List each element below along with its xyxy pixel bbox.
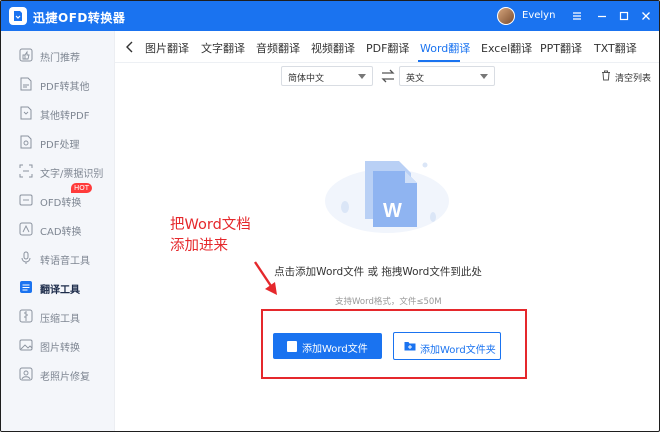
back-chevron-icon[interactable]: [125, 41, 135, 53]
annotation-line-1: 把Word文档: [170, 217, 251, 233]
tab-txt-translate[interactable]: TXT翻译: [594, 40, 637, 56]
app-title: 迅捷OFD转换器: [33, 11, 126, 25]
sidebar-item-pdf-to-other[interactable]: PDF转其他: [1, 71, 115, 97]
sidebar-item-label: OFD转换: [40, 198, 82, 209]
cad-icon: [19, 222, 33, 236]
sidebar-item-compress[interactable]: 压缩工具: [1, 303, 115, 329]
sidebar-item-label: 热门推荐: [40, 53, 80, 64]
tab-excel-translate[interactable]: Excel翻译: [481, 40, 532, 56]
sidebar-item-label: PDF处理: [40, 140, 80, 151]
svg-text:W: W: [383, 200, 402, 222]
target-language-select[interactable]: 英文: [399, 66, 495, 86]
voice-icon: [21, 251, 31, 264]
tab-pdf-translate[interactable]: PDF翻译: [366, 40, 409, 56]
sidebar-item-ofd[interactable]: OFD转换 HOT: [1, 183, 115, 213]
sidebar-item-image[interactable]: 图片转换: [1, 332, 115, 358]
sidebar-item-pdf-process[interactable]: PDF处理: [1, 129, 115, 155]
avatar[interactable]: [497, 7, 515, 25]
minimize-icon[interactable]: [594, 8, 610, 24]
drop-hint-text[interactable]: 点击添加Word文件 或 拖拽Word文件到此处: [1, 264, 659, 279]
tab-ppt-translate[interactable]: PPT翻译: [540, 40, 582, 56]
menu-icon[interactable]: [569, 8, 585, 24]
sidebar-item-other-to-pdf[interactable]: 其他转PDF: [1, 100, 115, 126]
sidebar: 热门推荐 PDF转其他 其他转PDF PDF处理 文字/票据识别 OFD转换 H…: [1, 31, 115, 431]
to-pdf-icon: [20, 106, 32, 120]
support-format-text: 支持Word格式，文件≤50M: [335, 297, 442, 307]
ocr-icon: [19, 164, 33, 178]
translate-icon: [20, 281, 32, 293]
highlight-box: [261, 309, 527, 379]
app-logo-icon: [9, 7, 27, 25]
chevron-down-icon: [480, 74, 488, 79]
sidebar-item-label: 翻译工具: [40, 285, 80, 296]
swap-arrows-icon[interactable]: [380, 69, 396, 83]
restore-icon[interactable]: [616, 8, 632, 24]
translate-tabs: 图片翻译 文字翻译 音频翻译 视频翻译 PDF翻译 Word翻译 Excel翻译…: [115, 31, 659, 63]
tab-word-translate[interactable]: Word翻译: [420, 40, 470, 56]
clear-list-button[interactable]: 清空列表: [615, 71, 651, 84]
chevron-down-icon: [358, 74, 366, 79]
sidebar-item-label: 老照片修复: [40, 372, 90, 383]
username[interactable]: Evelyn: [522, 10, 555, 21]
tab-image-translate[interactable]: 图片翻译: [145, 40, 189, 56]
app-window: 迅捷OFD转换器 Evelyn 热门推荐 PDF转其他 其他转PDF PDF处理…: [0, 0, 660, 432]
annotation-text: 把Word文档 添加进来: [170, 215, 251, 257]
pdf-convert-icon: [20, 77, 32, 91]
word-document-illustration-icon: W: [325, 161, 449, 233]
sidebar-item-ocr[interactable]: 文字/票据识别: [1, 158, 115, 184]
source-language-select[interactable]: 简体中文: [281, 66, 373, 86]
sidebar-item-label: PDF转其他: [40, 82, 90, 93]
sidebar-item-hot[interactable]: 热门推荐: [1, 42, 115, 68]
trash-icon[interactable]: [601, 70, 611, 81]
close-icon[interactable]: [638, 8, 654, 24]
source-language-value: 简体中文: [288, 74, 325, 84]
annotation-arrow-icon: [254, 261, 277, 295]
sidebar-item-label: 文字/票据识别: [40, 169, 104, 180]
sidebar-item-label: CAD转换: [40, 227, 82, 238]
sidebar-item-photo-repair[interactable]: 老照片修复: [1, 361, 115, 387]
sidebar-item-label: 图片转换: [40, 343, 80, 354]
thumbs-up-icon: [19, 48, 33, 62]
tab-audio-translate[interactable]: 音频翻译: [256, 40, 300, 56]
compress-icon: [19, 309, 33, 323]
ofd-icon: [19, 194, 33, 206]
title-bar: 迅捷OFD转换器 Evelyn: [1, 1, 659, 31]
annotation-line-2: 添加进来: [170, 238, 228, 254]
image-icon: [19, 339, 33, 351]
tab-text-translate[interactable]: 文字翻译: [201, 40, 245, 56]
pdf-process-icon: [20, 135, 32, 149]
photo-repair-icon: [19, 367, 33, 381]
target-language-value: 英文: [406, 74, 425, 84]
active-tab-indicator: [418, 60, 460, 62]
hot-badge: HOT: [71, 183, 93, 193]
tab-video-translate[interactable]: 视频翻译: [311, 40, 355, 56]
sidebar-item-label: 压缩工具: [40, 314, 80, 325]
sidebar-item-label: 其他转PDF: [40, 111, 90, 122]
sidebar-item-cad[interactable]: CAD转换: [1, 216, 115, 242]
